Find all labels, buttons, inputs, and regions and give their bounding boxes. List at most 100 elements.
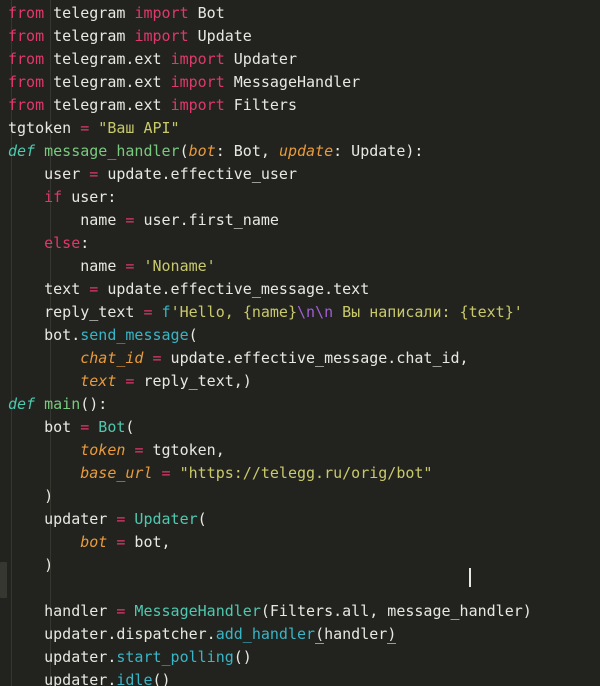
- code-line-5[interactable]: from telegram.ext import Filters: [8, 94, 297, 117]
- module-path: telegram: [44, 27, 135, 45]
- object-ref: bot.: [44, 326, 81, 344]
- class-message-handler: MessageHandler: [125, 602, 261, 620]
- paren-open: (: [188, 326, 198, 344]
- code-line-10[interactable]: name = user.first_name: [8, 209, 279, 232]
- imported-name: Filters: [224, 96, 297, 114]
- scrollbar-thumb[interactable]: [0, 562, 7, 598]
- object-ref: updater.: [44, 648, 117, 666]
- code-line-9[interactable]: if user:: [8, 186, 116, 209]
- code-line-21[interactable]: base_url = "https://telegg.ru/orig/bot": [8, 462, 432, 485]
- keyword-arg-bot: bot: [80, 533, 117, 551]
- function-name: message_handler: [35, 142, 180, 160]
- code-line-28[interactable]: updater.dispatcher.add_handler(handler): [8, 623, 397, 646]
- assign-operator: =: [152, 349, 162, 367]
- expression: tgtoken,: [143, 441, 225, 459]
- function-name-main: main: [35, 395, 81, 413]
- expression: update.effective_user: [98, 165, 297, 183]
- method-start-polling: start_polling: [116, 648, 234, 666]
- variable-name: name: [80, 211, 126, 229]
- vertical-scrollbar[interactable]: [0, 0, 8, 686]
- paren-open: (: [179, 142, 189, 160]
- code-line-19[interactable]: bot = Bot(: [8, 416, 134, 439]
- keyword-from: from: [8, 4, 45, 22]
- expression: user.first_name: [134, 211, 279, 229]
- class-bot: Bot: [89, 418, 126, 436]
- keyword-import: import: [170, 73, 225, 91]
- string-segment: ': [513, 303, 523, 321]
- escape-sequence: \n\n: [297, 303, 334, 321]
- code-line-27[interactable]: handler = MessageHandler(Filters.all, me…: [8, 600, 532, 623]
- keyword-arg-base-url: base_url: [80, 464, 162, 482]
- code-line-2[interactable]: from telegram import Update: [8, 25, 252, 48]
- condition: user:: [62, 188, 117, 206]
- variable-bot: bot: [44, 418, 81, 436]
- code-line-11[interactable]: else:: [8, 232, 89, 255]
- code-line-30[interactable]: updater.idle(): [8, 669, 171, 686]
- code-line-13[interactable]: text = update.effective_message.text: [8, 278, 369, 301]
- keyword-arg-chat-id: chat_id: [80, 349, 153, 367]
- code-line-4[interactable]: from telegram.ext import MessageHandler: [8, 71, 360, 94]
- code-line-6[interactable]: tgtoken = "Ваш API": [8, 117, 180, 140]
- variable-user: user: [44, 165, 90, 183]
- variable-name: name: [80, 257, 126, 275]
- code-line-20[interactable]: token = tgtoken,: [8, 439, 225, 462]
- matching-paren-close: ): [387, 625, 397, 644]
- code-line-29[interactable]: updater.start_polling(): [8, 646, 252, 669]
- keyword-from: from: [8, 96, 45, 114]
- assign-operator: =: [89, 165, 99, 183]
- call-arguments: (Filters.all, message_handler): [260, 602, 532, 620]
- object-ref: updater.dispatcher.: [44, 625, 216, 643]
- assign-operator: =: [143, 303, 153, 321]
- paren-close: ): [44, 556, 54, 574]
- imported-name: Updater: [224, 50, 297, 68]
- code-line-12[interactable]: name = 'Noname': [8, 255, 215, 278]
- code-surface[interactable]: from telegram import Bot from telegram i…: [0, 0, 600, 686]
- code-line-3[interactable]: from telegram.ext import Updater: [8, 48, 297, 71]
- code-line-7[interactable]: def message_handler(bot: Bot, update: Up…: [8, 140, 423, 163]
- code-line-8[interactable]: user = update.effective_user: [8, 163, 297, 186]
- code-line-15[interactable]: bot.send_message(: [8, 324, 198, 347]
- module-path: telegram.ext: [44, 96, 171, 114]
- keyword-if: if: [44, 188, 63, 206]
- paren-open: (: [197, 510, 207, 528]
- code-line-14[interactable]: reply_text = f'Hello, {name}\n\n Вы напи…: [8, 301, 523, 324]
- code-line-1[interactable]: from telegram import Bot: [8, 2, 225, 25]
- code-editor[interactable]: from telegram import Bot from telegram i…: [0, 0, 600, 686]
- keyword-else: else: [44, 234, 81, 252]
- fstring-interpolation-name: {name}: [242, 303, 297, 321]
- variable-handler: handler: [44, 602, 117, 620]
- keyword-def: def: [8, 395, 36, 413]
- method-add-handler: add_handler: [215, 625, 316, 643]
- code-line-23[interactable]: updater = Updater(: [8, 508, 207, 531]
- signature: ():: [80, 395, 108, 413]
- assign-operator: =: [161, 464, 171, 482]
- expression: reply_text,): [134, 372, 252, 390]
- keyword-def: def: [8, 142, 36, 160]
- object-ref: updater.: [44, 671, 117, 686]
- code-line-16[interactable]: chat_id = update.effective_message.chat_…: [8, 347, 468, 370]
- code-line-25[interactable]: ): [8, 554, 53, 577]
- assign-operator: =: [80, 119, 90, 137]
- assign-operator: =: [80, 418, 90, 436]
- code-line-24[interactable]: bot = bot,: [8, 531, 170, 554]
- fstring-interpolation-text: {text}: [459, 303, 514, 321]
- code-line-18[interactable]: def main():: [8, 393, 107, 416]
- string-segment: 'Hello,: [170, 303, 243, 321]
- code-line-17[interactable]: text = reply_text,): [8, 370, 252, 393]
- keyword-import: import: [134, 4, 189, 22]
- parens: (): [152, 671, 171, 686]
- code-line-22[interactable]: ): [8, 485, 53, 508]
- text-caret: [469, 568, 471, 587]
- keyword-arg-token: token: [80, 441, 135, 459]
